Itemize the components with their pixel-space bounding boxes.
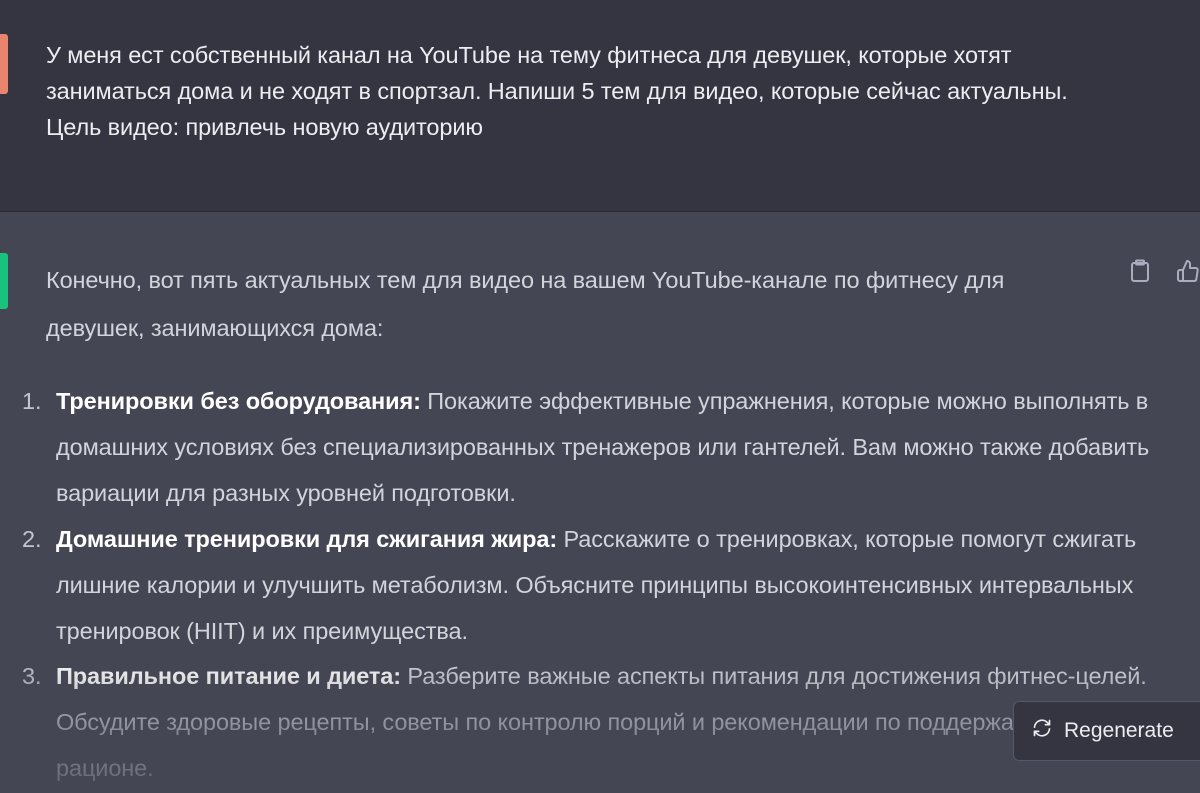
list-item-title: Тренировки без оборудования: <box>56 388 421 414</box>
regenerate-label: Regenerate <box>1064 719 1174 742</box>
list-item-number: 2. <box>22 525 42 552</box>
list-item-number: 1. <box>22 388 42 414</box>
refresh-icon <box>1032 718 1052 744</box>
chat-page: У меня ест собственный канал на YouTube … <box>0 0 1200 793</box>
user-message: У меня ест собственный канал на YouTube … <box>0 0 1200 212</box>
assistant-intro-text: Конечно, вот пять актуальных тем для вид… <box>46 267 1005 341</box>
list-item: 3. Правильное питание и диета: Разберите … <box>0 653 1180 791</box>
list-item: 1. Тренировки без оборудования: Покажите … <box>0 378 1180 516</box>
assistant-avatar <box>0 253 8 309</box>
regenerate-button[interactable]: Regenerate <box>1013 701 1200 761</box>
thumbs-up-icon[interactable] <box>1173 256 1200 286</box>
list-item: 2. Домашние тренировки для сжигания жира:… <box>0 516 1180 654</box>
topics-list: 1. Тренировки без оборудования: Покажите … <box>0 378 1180 791</box>
message-actions <box>1125 256 1200 286</box>
list-item-title: Правильное питание и диета: <box>56 663 401 689</box>
user-message-text: У меня ест собственный канал на YouTube … <box>46 42 1068 140</box>
clipboard-icon[interactable] <box>1125 256 1155 286</box>
user-avatar <box>0 34 8 94</box>
list-item-title: Домашние тренировки для сжигания жира: <box>56 525 558 552</box>
list-item-number: 3. <box>22 663 42 689</box>
